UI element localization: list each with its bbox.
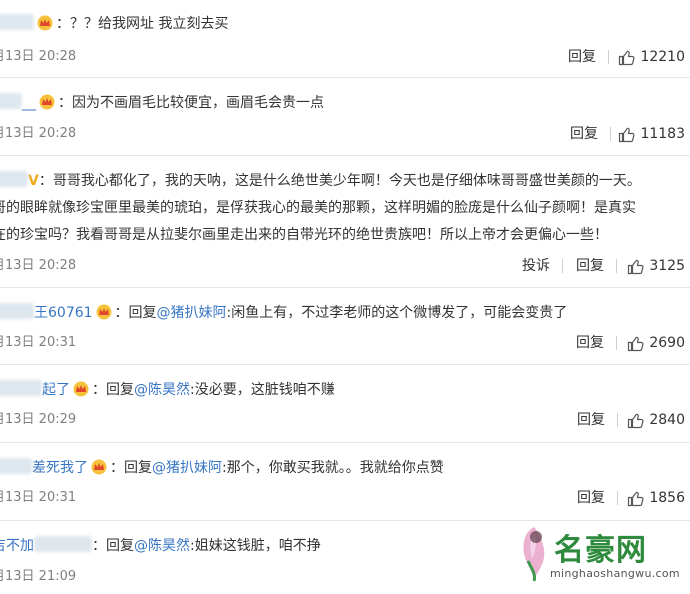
like-count: 2690 — [649, 335, 685, 351]
mention-link[interactable]: @猪扒妹阿 — [157, 305, 227, 321]
like-button[interactable]: 3125 — [627, 256, 685, 276]
reply-button[interactable]: 回复 — [577, 488, 605, 508]
divider — [0, 287, 690, 288]
redacted-username — [0, 303, 34, 319]
reply-prefix: ：回复 — [92, 538, 134, 554]
thumbs-up-icon — [628, 491, 644, 506]
comment-text-line: ：？？给我网址 我立刻去买 — [0, 14, 690, 34]
crown-icon — [39, 94, 55, 110]
watermark: 名豪网 minghaoshangwu.com — [512, 519, 690, 594]
comment-meta: 月13日 20:31 回复 1856 — [0, 488, 690, 508]
redacted-username — [0, 458, 32, 474]
like-button[interactable]: 2690 — [627, 333, 685, 353]
comment-text-line: 差死我了 ：回复@猪扒妹阿:那个，你敢买我就。。我就给你点赞 — [0, 458, 690, 478]
comment-text-line: 哥的眼眸就像珍宝匣里最美的琥珀，是俘获我心的最美的那颗，这样明媚的脸庞是什么仙子… — [0, 200, 636, 216]
watermark-url: minghaoshangwu.com — [550, 567, 680, 580]
reply-button[interactable]: 回复 — [576, 256, 604, 276]
username[interactable]: __ — [22, 95, 36, 111]
comment-text: ：？？给我网址 我立刻去买 — [56, 16, 229, 32]
username[interactable]: 差死我了 — [32, 460, 88, 476]
comment-time: 月13日 20:28 — [0, 258, 77, 273]
divider — [0, 364, 690, 365]
like-count: 2840 — [649, 412, 685, 428]
divider — [610, 127, 611, 141]
divider — [562, 259, 563, 273]
reply-prefix: ：回复 — [114, 305, 157, 321]
thumbs-up-icon — [619, 50, 635, 65]
reply-prefix: ：回复 — [110, 460, 152, 476]
watermark-logo-icon — [523, 527, 545, 582]
username[interactable]: 王60761 — [34, 305, 93, 321]
redacted-username — [0, 93, 22, 109]
reply-button[interactable]: 回复 — [568, 47, 596, 67]
divider — [617, 491, 618, 505]
thumbs-up-icon — [628, 336, 644, 351]
crown-icon — [37, 15, 53, 31]
like-button[interactable]: 2840 — [627, 410, 685, 430]
comment-text: :没必要，这脏钱咱不赚 — [190, 382, 335, 398]
redacted-username — [0, 171, 28, 187]
comment-meta: 月13日 20:28 回复 11183 — [0, 124, 690, 144]
divider — [616, 336, 617, 350]
redacted-username — [0, 14, 34, 30]
reply-button[interactable]: 回复 — [570, 124, 598, 144]
comment-text: ：因为不画眉毛比较便宜，画眉毛会贵一点 — [58, 95, 324, 111]
comment-time: 月13日 20:31 — [0, 490, 77, 505]
comment-meta: 月13日 20:29 回复 2840 — [0, 410, 690, 430]
comment-meta: 月13日 20:31 回复 2690 — [0, 333, 690, 353]
comment-time: 月13日 20:28 — [0, 126, 77, 141]
divider — [608, 50, 609, 64]
comment-time: 月13日 20:31 — [0, 335, 77, 350]
like-count: 3125 — [649, 258, 685, 274]
like-count: 11183 — [640, 126, 685, 142]
mention-link[interactable]: @猪扒妹阿 — [152, 460, 222, 476]
like-count: 1856 — [649, 490, 685, 506]
like-button[interactable]: 12210 — [618, 47, 685, 67]
comment-text-line: 王60761 ：回复@猪扒妹阿:闲鱼上有，不过李老师的这个微博发了，可能会变贵了 — [0, 303, 690, 323]
divider — [617, 413, 618, 427]
like-count: 12210 — [640, 49, 685, 65]
crown-icon — [96, 304, 112, 320]
comment-meta: 月13日 20:28 回复 12210 — [0, 47, 690, 67]
like-button[interactable]: 1856 — [627, 488, 685, 508]
comment-text-line: V：哥哥我心都化了，我的天呐，这是什么绝世美少年啊！今天也是仔细体味哥哥盛世美颜… — [0, 171, 690, 191]
divider — [0, 155, 690, 156]
divider — [616, 259, 617, 273]
reply-button[interactable]: 回复 — [576, 333, 604, 353]
comment-text: ：哥哥我心都化了，我的天呐，这是什么绝世美少年啊！今天也是仔细体味哥哥盛世美颜的… — [38, 173, 641, 189]
thumbs-up-icon — [628, 259, 644, 274]
watermark-name: 名豪网 — [554, 533, 647, 568]
mention-link[interactable]: @陈昊然 — [134, 538, 190, 554]
divider — [0, 77, 690, 78]
mention-link[interactable]: @陈昊然 — [134, 382, 190, 398]
redacted-username — [34, 536, 92, 552]
vip-v-icon: V — [28, 173, 39, 189]
reply-button[interactable]: 回复 — [577, 410, 605, 430]
comment-text-line: 起了 ：回复@陈昊然:没必要，这脏钱咱不赚 — [0, 380, 690, 400]
comment-meta: 月13日 20:28 投诉 回复 3125 — [0, 256, 690, 276]
like-button[interactable]: 11183 — [618, 124, 685, 144]
reply-prefix: ：回复 — [92, 382, 134, 398]
redacted-username — [0, 380, 42, 396]
crown-icon — [91, 459, 107, 475]
comment-text-line: __ ：因为不画眉毛比较便宜，画眉毛会贵一点 — [0, 93, 690, 113]
comment-text: :闲鱼上有，不过李老师的这个微博发了，可能会变贵了 — [226, 305, 568, 321]
comment-time: 月13日 20:28 — [0, 49, 77, 64]
username[interactable]: 吉不加 — [0, 538, 34, 554]
comment-text: :那个，你敢买我就。。我就给你点赞 — [222, 460, 444, 476]
username[interactable]: 起了 — [42, 382, 70, 398]
comment-text-line: 在的珍宝吗？我看哥哥是从拉斐尔画里走出来的自带光环的绝世贵族吧！所以上帝才会更偏… — [0, 227, 608, 243]
comment-time: 月13日 21:09 — [0, 569, 77, 584]
thumbs-up-icon — [619, 127, 635, 142]
report-button[interactable]: 投诉 — [522, 256, 550, 276]
comment-text: :姐妹这钱脏，咱不挣 — [190, 538, 321, 554]
comment-time: 月13日 20:29 — [0, 412, 77, 427]
divider — [0, 442, 690, 443]
crown-icon — [73, 381, 89, 397]
thumbs-up-icon — [628, 413, 644, 428]
